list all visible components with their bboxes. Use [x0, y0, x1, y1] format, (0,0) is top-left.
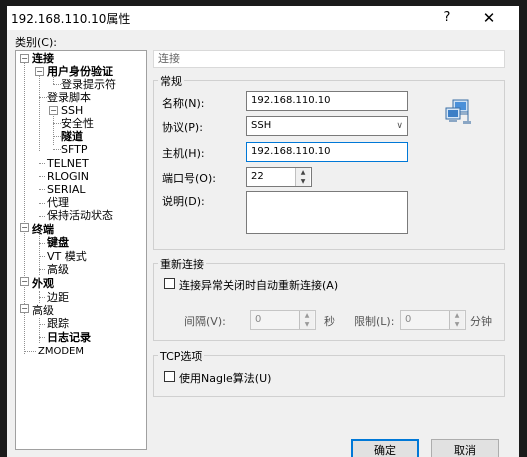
tree-item-trace[interactable]: 跟踪	[47, 317, 69, 330]
reconnect-group-title: 重新连接	[158, 256, 206, 272]
tree-item-keepalive[interactable]: 保持活动状态	[47, 209, 113, 222]
tree-line	[53, 114, 54, 145]
ok-button[interactable]: 确定	[351, 439, 419, 457]
limit-value: 0	[405, 314, 412, 325]
port-label: 端口号(O):	[162, 172, 216, 185]
protocol-selected-value: SSH	[251, 120, 272, 131]
dialog-client-area: 类别(C): − − − − − − 连接 用户身份验证 登录提示符 登录脚本 …	[7, 30, 519, 457]
tree-item-logging[interactable]: 日志记录	[47, 331, 91, 344]
spin-down-icon[interactable]: ▼	[450, 320, 464, 329]
tree-expander-ssh[interactable]: −	[49, 106, 58, 115]
tree-line	[39, 216, 45, 217]
tree-item-appearance[interactable]: 外观	[32, 277, 54, 290]
tree-item-margins[interactable]: 边距	[47, 291, 69, 304]
title-bar[interactable]: 192.168.110.10属性 ? ✕	[7, 6, 519, 30]
tree-item-advanced[interactable]: 高级	[32, 304, 54, 317]
spin-down-icon[interactable]: ▼	[300, 320, 314, 329]
tree-item-login-script[interactable]: 登录脚本	[47, 91, 91, 104]
interval-stepper[interactable]: 0 ▲ ▼	[250, 310, 316, 330]
limit-stepper[interactable]: 0 ▲ ▼	[400, 310, 466, 330]
tree-item-ssh[interactable]: SSH	[61, 104, 83, 117]
tree-item-connection[interactable]: 连接	[32, 52, 54, 65]
tree-expander-advanced[interactable]: −	[20, 304, 29, 313]
tree-item-zmodem[interactable]: ZMODEM	[38, 345, 84, 358]
cancel-button[interactable]: 取消	[431, 439, 499, 457]
tree-line	[39, 318, 40, 343]
general-group-title: 常规	[158, 73, 184, 89]
limit-spinner[interactable]: ▲ ▼	[449, 311, 464, 329]
tree-line	[53, 136, 61, 137]
host-label: 主机(H):	[162, 147, 205, 160]
tree-item-vt-mode[interactable]: VT 模式	[47, 250, 87, 263]
tree-line	[39, 163, 45, 164]
tcp-options-group: TCP选项 使用Nagle算法(U)	[153, 348, 505, 397]
tree-item-security[interactable]: 安全性	[61, 117, 94, 130]
tree-item-terminal-advanced[interactable]: 高级	[47, 263, 69, 276]
tree-item-proxy[interactable]: 代理	[47, 196, 69, 209]
reconnect-group: 重新连接 连接异常关闭时自动重新连接(A) 间隔(V): 0 ▲ ▼ 秒 限制(…	[153, 256, 505, 341]
tree-item-sftp[interactable]: SFTP	[61, 143, 87, 156]
tree-item-serial[interactable]: SERIAL	[47, 183, 85, 196]
tree-line	[39, 269, 45, 270]
category-tree[interactable]: − − − − − − 连接 用户身份验证 登录提示符 登录脚本 SSH 安全性…	[15, 50, 147, 450]
tree-line	[39, 75, 40, 151]
tree-expander-user-auth[interactable]: −	[35, 67, 44, 76]
port-spinner[interactable]: ▲ ▼	[295, 168, 310, 186]
section-header: 连接	[153, 50, 505, 68]
tree-line	[39, 324, 45, 325]
nagle-checkbox[interactable]	[164, 371, 175, 382]
description-label: 说明(D):	[162, 195, 205, 208]
tree-line	[39, 189, 45, 190]
tree-item-rlogin[interactable]: RLOGIN	[47, 170, 89, 183]
auto-reconnect-checkbox[interactable]	[164, 278, 175, 289]
host-input[interactable]: 192.168.110.10	[246, 142, 408, 162]
tree-line	[39, 243, 45, 244]
name-input[interactable]: 192.168.110.10	[246, 91, 408, 111]
close-button[interactable]: ✕	[477, 9, 501, 27]
tree-line	[39, 176, 45, 177]
settings-panel: 连接 常规 名称(N): 192.168.110.10 协议(P): SSH ∨…	[153, 50, 509, 430]
general-group: 常规 名称(N): 192.168.110.10 协议(P): SSH ∨ 主机…	[153, 73, 505, 250]
category-label: 类别(C):	[15, 36, 57, 49]
auto-reconnect-label[interactable]: 连接异常关闭时自动重新连接(A)	[179, 277, 338, 293]
interval-unit: 秒	[324, 315, 335, 328]
tcp-options-group-title: TCP选项	[158, 348, 205, 364]
nagle-label[interactable]: 使用Nagle算法(U)	[179, 370, 271, 386]
tree-item-terminal[interactable]: 终端	[32, 223, 54, 236]
tree-item-tunnel[interactable]: 隧道	[61, 130, 83, 143]
protocol-select[interactable]: SSH ∨	[246, 116, 408, 136]
window-title: 192.168.110.10属性	[11, 12, 131, 26]
properties-dialog: 192.168.110.10属性 ? ✕ 类别(C): − − − − − − …	[7, 6, 519, 457]
protocol-label: 协议(P):	[162, 121, 203, 134]
name-label: 名称(N):	[162, 97, 205, 110]
tree-item-telnet[interactable]: TELNET	[47, 157, 89, 170]
tree-line	[53, 149, 61, 150]
port-value: 22	[251, 171, 264, 182]
description-textarea[interactable]	[246, 191, 408, 234]
port-stepper[interactable]: 22 ▲ ▼	[246, 167, 312, 187]
tree-line	[24, 351, 36, 352]
tree-expander-connection[interactable]: −	[20, 54, 29, 63]
tree-line	[39, 337, 45, 338]
tree-item-login-prompt[interactable]: 登录提示符	[61, 78, 116, 91]
tree-line	[53, 84, 61, 85]
tree-item-keyboard[interactable]: 键盘	[47, 236, 69, 249]
network-computers-icon	[445, 99, 471, 124]
tree-line	[39, 297, 45, 298]
tree-expander-terminal[interactable]: −	[20, 223, 29, 232]
tree-item-user-auth[interactable]: 用户身份验证	[47, 65, 113, 78]
tree-line	[39, 203, 45, 204]
chevron-down-icon: ∨	[396, 121, 403, 131]
tree-expander-appearance[interactable]: −	[20, 277, 29, 286]
interval-value: 0	[255, 314, 262, 325]
help-button[interactable]: ?	[437, 9, 457, 27]
limit-unit: 分钟	[470, 315, 492, 328]
spin-down-icon[interactable]: ▼	[296, 177, 310, 186]
tree-line	[53, 123, 61, 124]
limit-label: 限制(L):	[354, 315, 395, 328]
interval-label: 间隔(V):	[184, 315, 226, 328]
tree-line	[39, 256, 45, 257]
interval-spinner[interactable]: ▲ ▼	[299, 311, 314, 329]
